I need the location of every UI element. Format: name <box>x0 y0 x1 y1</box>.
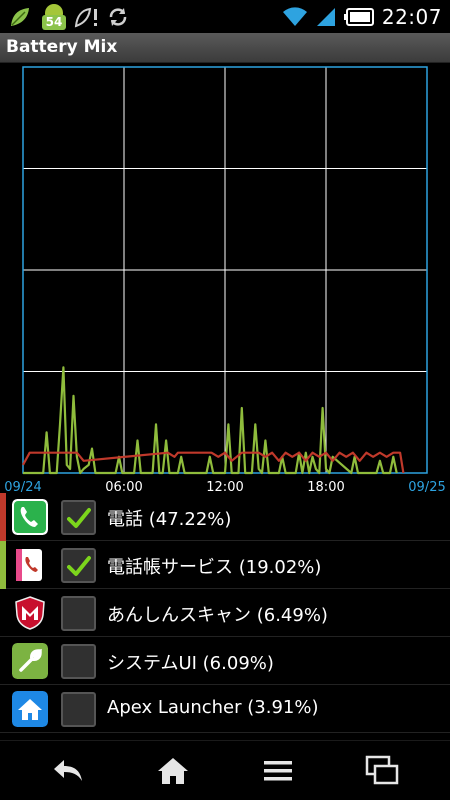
series-line-0 <box>23 366 398 475</box>
system-icons: 22:07 <box>282 3 442 30</box>
app-title-bar: Battery Mix <box>0 33 450 63</box>
leaf-alert-icon <box>74 7 97 27</box>
checkbox[interactable] <box>61 692 96 727</box>
back-icon[interactable] <box>50 753 86 789</box>
app-row-phone[interactable]: 電話 (47.22%) <box>0 493 450 541</box>
checkbox[interactable] <box>61 500 96 535</box>
series-color-strip <box>0 541 6 589</box>
x-tick-label: 09/24 <box>4 480 41 493</box>
android-badge-icon: 54 <box>38 3 68 30</box>
phone-icon <box>12 499 48 535</box>
x-tick-label: 12:00 <box>206 480 243 493</box>
mcafee-shield-icon <box>15 596 45 630</box>
x-tick-label: 18:00 <box>307 480 344 493</box>
x-tick-label: 06:00 <box>105 480 142 493</box>
signal-icon <box>316 7 335 26</box>
app-row-apex-launcher[interactable]: Apex Launcher (3.91%) <box>0 685 450 733</box>
app-title: Battery Mix <box>6 37 118 57</box>
app-label: システムUI (6.09%) <box>107 653 274 674</box>
recent-apps-icon[interactable] <box>364 753 400 789</box>
checkbox[interactable] <box>61 596 96 631</box>
series-color-strip <box>0 493 6 541</box>
battery-usage-chart: 09/24 06:00 12:00 18:00 09/25 <box>0 63 450 493</box>
menu-icon[interactable] <box>260 753 296 789</box>
status-bar: 54 22:07 <box>0 0 450 33</box>
chart-svg: 09/24 06:00 12:00 18:00 09/25 <box>4 66 446 493</box>
contacts-phone-icon <box>16 549 42 581</box>
app-row-anshin-scan[interactable]: あんしんスキャン (6.49%) <box>0 589 450 637</box>
series-color-strip <box>0 589 6 637</box>
app-label: 電話 (47.22%) <box>107 509 232 530</box>
notification-icons: 54 <box>8 3 130 30</box>
series-color-strip <box>0 637 6 685</box>
app-row-system-ui[interactable]: システムUI (6.09%) <box>0 637 450 685</box>
notification-count: 54 <box>42 15 66 30</box>
series-color-strip <box>0 685 6 733</box>
clock: 22:07 <box>381 4 442 29</box>
navigation-bar <box>0 740 450 800</box>
checkbox[interactable] <box>61 548 96 583</box>
check-icon <box>67 508 91 528</box>
x-tick-label: 09/25 <box>408 480 445 493</box>
battery-icon <box>343 7 374 26</box>
app-label: 電話帳サービス (19.02%) <box>107 557 322 578</box>
home-icon[interactable] <box>155 753 191 789</box>
app-usage-list: 電話 (47.22%) 電話帳サービス (19.02%) あんしんスキャン (6… <box>0 493 450 740</box>
app-label: あんしんスキャン (6.49%) <box>107 605 328 626</box>
app-row-contacts[interactable]: 電話帳サービス (19.02%) <box>0 541 450 589</box>
home-launcher-icon <box>12 691 48 727</box>
app-label: Apex Launcher (3.91%) <box>107 697 319 718</box>
check-icon <box>67 556 91 576</box>
wifi-icon <box>282 6 307 26</box>
checkbox[interactable] <box>61 644 96 679</box>
leaf-icon <box>11 7 29 26</box>
sync-icon <box>109 7 127 26</box>
wrench-icon <box>12 643 48 679</box>
